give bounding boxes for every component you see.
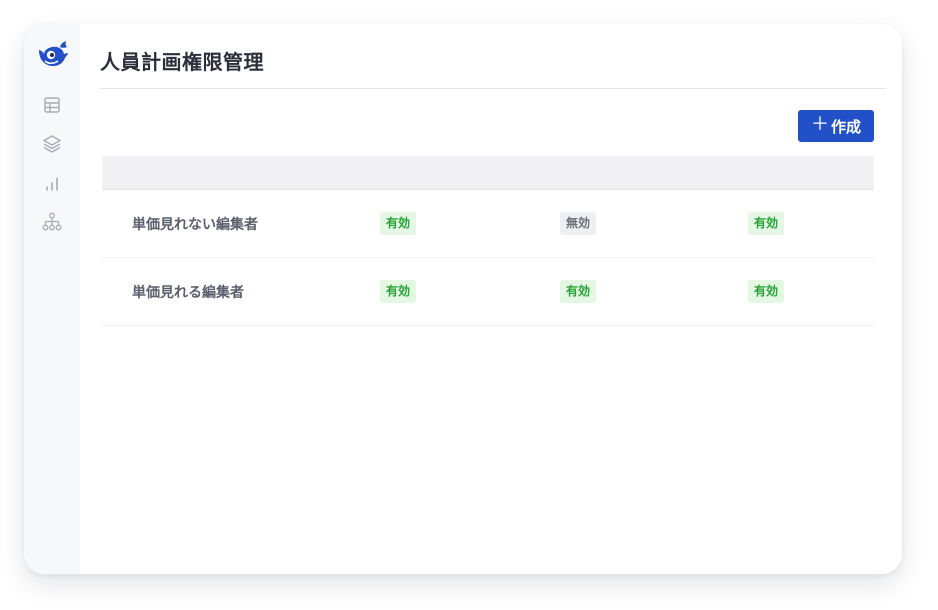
table-header bbox=[102, 156, 874, 190]
status-badge: 無効 bbox=[560, 212, 597, 235]
role-name: 単価見れない編集者 bbox=[132, 216, 258, 233]
status-badge: 有効 bbox=[748, 280, 785, 303]
permissions-table: 単価見れない編集者 有効 無効 有効 単価見れる編集者 有効 有効 有効 bbox=[102, 156, 874, 326]
whale-logo[interactable] bbox=[35, 40, 69, 70]
org-chart-icon[interactable] bbox=[41, 211, 63, 233]
status-badge: 有効 bbox=[560, 280, 597, 303]
status-badge: 有効 bbox=[380, 280, 417, 303]
table-row[interactable]: 単価見れる編集者 有効 有効 有効 bbox=[102, 258, 874, 326]
main-content: 人員計画権限管理 ＋ 作成 単価見れない編集者 有効 無効 有効 単価見れる編集… bbox=[80, 24, 902, 574]
table-icon[interactable] bbox=[41, 94, 63, 116]
table-row[interactable]: 単価見れない編集者 有効 無効 有効 bbox=[102, 190, 874, 258]
title-divider bbox=[100, 88, 886, 89]
plus-icon: ＋ bbox=[810, 114, 829, 135]
create-button-label: 作成 bbox=[830, 117, 861, 136]
app-window: 人員計画権限管理 ＋ 作成 単価見れない編集者 有効 無効 有効 単価見れる編集… bbox=[24, 24, 902, 574]
bar-chart-icon[interactable] bbox=[41, 173, 63, 195]
create-button[interactable]: ＋ 作成 bbox=[798, 110, 874, 142]
layers-icon[interactable] bbox=[41, 133, 63, 155]
role-name: 単価見れる編集者 bbox=[132, 284, 244, 301]
status-badge: 有効 bbox=[748, 212, 785, 235]
status-badge: 有効 bbox=[380, 212, 417, 235]
sidebar bbox=[24, 24, 80, 574]
page-title: 人員計画権限管理 bbox=[100, 50, 264, 74]
